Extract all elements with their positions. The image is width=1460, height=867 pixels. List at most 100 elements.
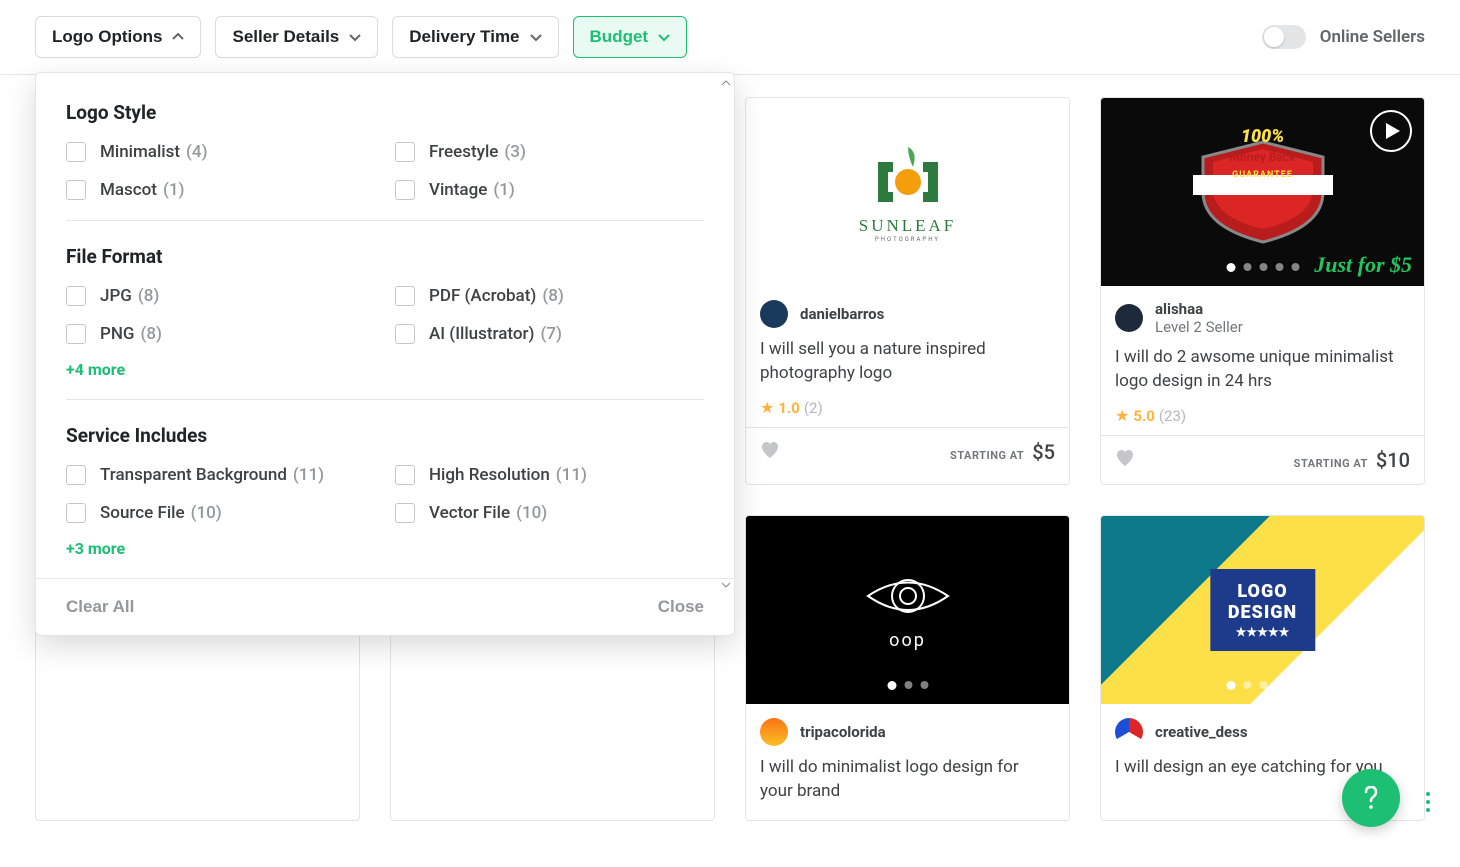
option-png[interactable]: PNG (8) [66, 324, 375, 344]
option-count: (10) [191, 503, 222, 523]
gig-image[interactable]: SUNLEAF PHOTOGRAPHY [746, 98, 1069, 286]
option-label: Freestyle [429, 142, 498, 162]
option-label: PNG [100, 324, 135, 344]
seller-level: Level 2 Seller [1155, 318, 1243, 336]
gig-image-subtext: PHOTOGRAPHY [875, 236, 940, 243]
file-format-section: File Format JPG(8) PDF (Acrobat)(8) PNG(… [66, 245, 704, 400]
favorite-button[interactable] [760, 441, 780, 463]
rating-value: 1.0 [778, 399, 800, 417]
gig-title[interactable]: I will sell you a nature inspired photog… [760, 338, 1055, 388]
image-tagline: Just for $5 [1314, 252, 1412, 278]
seller-avatar[interactable] [1115, 304, 1143, 332]
seller-name[interactable]: tripacolorida [800, 723, 886, 741]
collage-stars: ★★★★★ [1228, 625, 1297, 639]
checkbox-icon [395, 180, 415, 200]
gig-image-text: oop [889, 630, 926, 651]
seller-avatar[interactable] [760, 300, 788, 328]
option-source-file[interactable]: Source File (10) [66, 503, 375, 523]
online-sellers-label: Online Sellers [1320, 27, 1425, 47]
logo-style-section: Logo Style Minimalist (4) Freestyle(3) Ma… [66, 101, 704, 221]
online-sellers-toggle[interactable] [1262, 25, 1306, 49]
section-title: Logo Style [66, 101, 704, 124]
option-label: Vector File [429, 503, 510, 523]
option-vintage[interactable]: Vintage(1) [395, 180, 704, 200]
help-button[interactable] [1342, 769, 1400, 827]
help-menu-button[interactable] [1426, 792, 1430, 812]
option-count: (1) [493, 180, 515, 200]
gig-image[interactable]: oop [746, 516, 1069, 704]
filter-label: Seller Details [232, 27, 339, 47]
starting-at-label: STARTING AT [950, 449, 1024, 462]
gig-card[interactable]: oop tripacolorida I will do minimalist l… [745, 515, 1070, 821]
option-mascot[interactable]: Mascot(1) [66, 180, 375, 200]
checkbox-icon [66, 324, 86, 344]
star-icon: ★ [760, 398, 774, 417]
budget-filter[interactable]: Budget [573, 16, 688, 58]
checkbox-icon [395, 142, 415, 162]
scroll-up-icon[interactable] [721, 78, 731, 88]
chevron-down-icon [530, 31, 542, 43]
badge-text-mid: Money Back [1101, 150, 1424, 164]
option-count: (8) [138, 286, 160, 306]
seller-name[interactable]: creative_dess [1155, 723, 1248, 741]
gig-card[interactable]: SUNLEAF PHOTOGRAPHY danielbarros I will … [745, 97, 1070, 485]
option-minimalist[interactable]: Minimalist (4) [66, 142, 375, 162]
option-freestyle[interactable]: Freestyle(3) [395, 142, 704, 162]
play-button[interactable] [1370, 110, 1412, 152]
option-vector-file[interactable]: Vector File(10) [395, 503, 704, 523]
favorite-button[interactable] [1115, 449, 1135, 471]
seller-name[interactable]: alishaa [1155, 300, 1243, 318]
checkbox-icon [395, 286, 415, 306]
option-label: JPG [100, 286, 132, 306]
filter-label: Delivery Time [409, 27, 519, 47]
badge-text-bot: GUARANTEE [1101, 170, 1424, 180]
option-pdf[interactable]: PDF (Acrobat)(8) [395, 286, 704, 306]
chevron-down-icon [658, 31, 670, 43]
gig-image[interactable]: 100% Money Back GUARANTEE Just for $5 [1101, 98, 1424, 286]
option-label: Minimalist [100, 142, 180, 162]
gig-image[interactable]: LOGO DESIGN ★★★★★ [1101, 516, 1424, 704]
option-count: (8) [141, 324, 163, 344]
option-label: Mascot [100, 180, 157, 200]
seller-avatar[interactable] [1115, 718, 1143, 746]
rating-count: (23) [1159, 407, 1186, 425]
option-label: Source File [100, 503, 185, 523]
option-transparent-bg[interactable]: Transparent Background(11) [66, 465, 375, 485]
gig-title[interactable]: I will do 2 awsome unique minimalist log… [1115, 346, 1410, 396]
option-high-res[interactable]: High Resolution(11) [395, 465, 704, 485]
checkbox-icon [395, 503, 415, 523]
delivery-time-filter[interactable]: Delivery Time [392, 16, 558, 58]
seller-name[interactable]: danielbarros [800, 305, 884, 323]
section-title: File Format [66, 245, 704, 268]
clear-all-button[interactable]: Clear All [66, 597, 134, 617]
gig-card[interactable]: 100% Money Back GUARANTEE Just for $5 al… [1100, 97, 1425, 485]
collage-text-1: LOGO [1228, 581, 1297, 602]
checkbox-icon [66, 465, 86, 485]
checkbox-icon [66, 503, 86, 523]
gig-title[interactable]: I will do minimalist logo design for you… [760, 756, 1055, 806]
starting-at-label: STARTING AT [1294, 457, 1368, 470]
checkbox-icon [66, 286, 86, 306]
close-button[interactable]: Close [658, 597, 704, 617]
more-file-format[interactable]: +4 more [66, 360, 125, 379]
carousel-dots[interactable] [1226, 681, 1299, 690]
seller-avatar[interactable] [760, 718, 788, 746]
option-label: High Resolution [429, 465, 550, 485]
scroll-down-icon[interactable] [721, 580, 731, 590]
carousel-dots[interactable] [887, 681, 928, 690]
service-includes-section: Service Includes Transparent Background(… [66, 424, 704, 578]
more-service-includes[interactable]: +3 more [66, 539, 125, 558]
question-icon [1363, 786, 1379, 810]
option-count: (4) [186, 142, 208, 162]
price: $10 [1376, 448, 1410, 472]
option-label: Transparent Background [100, 465, 287, 485]
checkbox-icon [66, 180, 86, 200]
option-label: AI (Illustrator) [429, 324, 534, 344]
option-jpg[interactable]: JPG (8) [66, 286, 375, 306]
carousel-dots[interactable] [1226, 263, 1299, 272]
seller-details-filter[interactable]: Seller Details [215, 16, 378, 58]
option-ai[interactable]: AI (Illustrator)(7) [395, 324, 704, 344]
checkbox-icon [395, 465, 415, 485]
logo-options-filter[interactable]: Logo Options [35, 16, 201, 58]
eye-logo-icon [863, 569, 953, 624]
